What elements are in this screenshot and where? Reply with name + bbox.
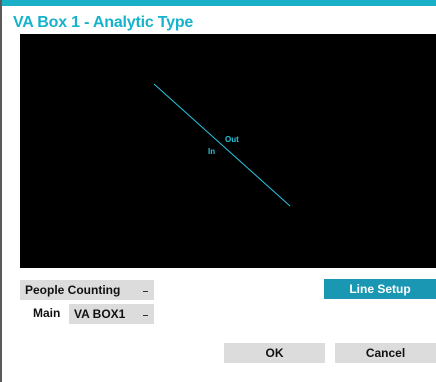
ok-button[interactable]: OK xyxy=(224,343,325,363)
cancel-button[interactable]: Cancel xyxy=(335,343,436,363)
title-bar: VA Box 1 - Analytic Type xyxy=(2,6,436,34)
counting-line-overlay xyxy=(153,83,291,207)
dropdown-arrow-icon xyxy=(143,291,148,292)
analytic-type-value: People Counting xyxy=(25,283,121,297)
in-direction-label: In xyxy=(208,147,216,156)
dropdown-arrow-icon xyxy=(143,315,148,316)
analytic-type-dialog: VA Box 1 - Analytic Type Out In People C… xyxy=(0,0,436,382)
va-box-dropdown[interactable]: VA BOX1 xyxy=(69,304,154,324)
video-preview[interactable]: Out In xyxy=(20,34,436,268)
analytic-type-dropdown[interactable]: People Counting xyxy=(20,280,154,300)
va-box-value: VA BOX1 xyxy=(74,307,126,321)
main-stream-label: Main xyxy=(33,306,61,320)
out-direction-label: Out xyxy=(225,135,239,144)
line-setup-button[interactable]: Line Setup xyxy=(324,279,436,299)
dialog-title: VA Box 1 - Analytic Type xyxy=(13,14,194,31)
counting-line[interactable] xyxy=(153,83,291,207)
